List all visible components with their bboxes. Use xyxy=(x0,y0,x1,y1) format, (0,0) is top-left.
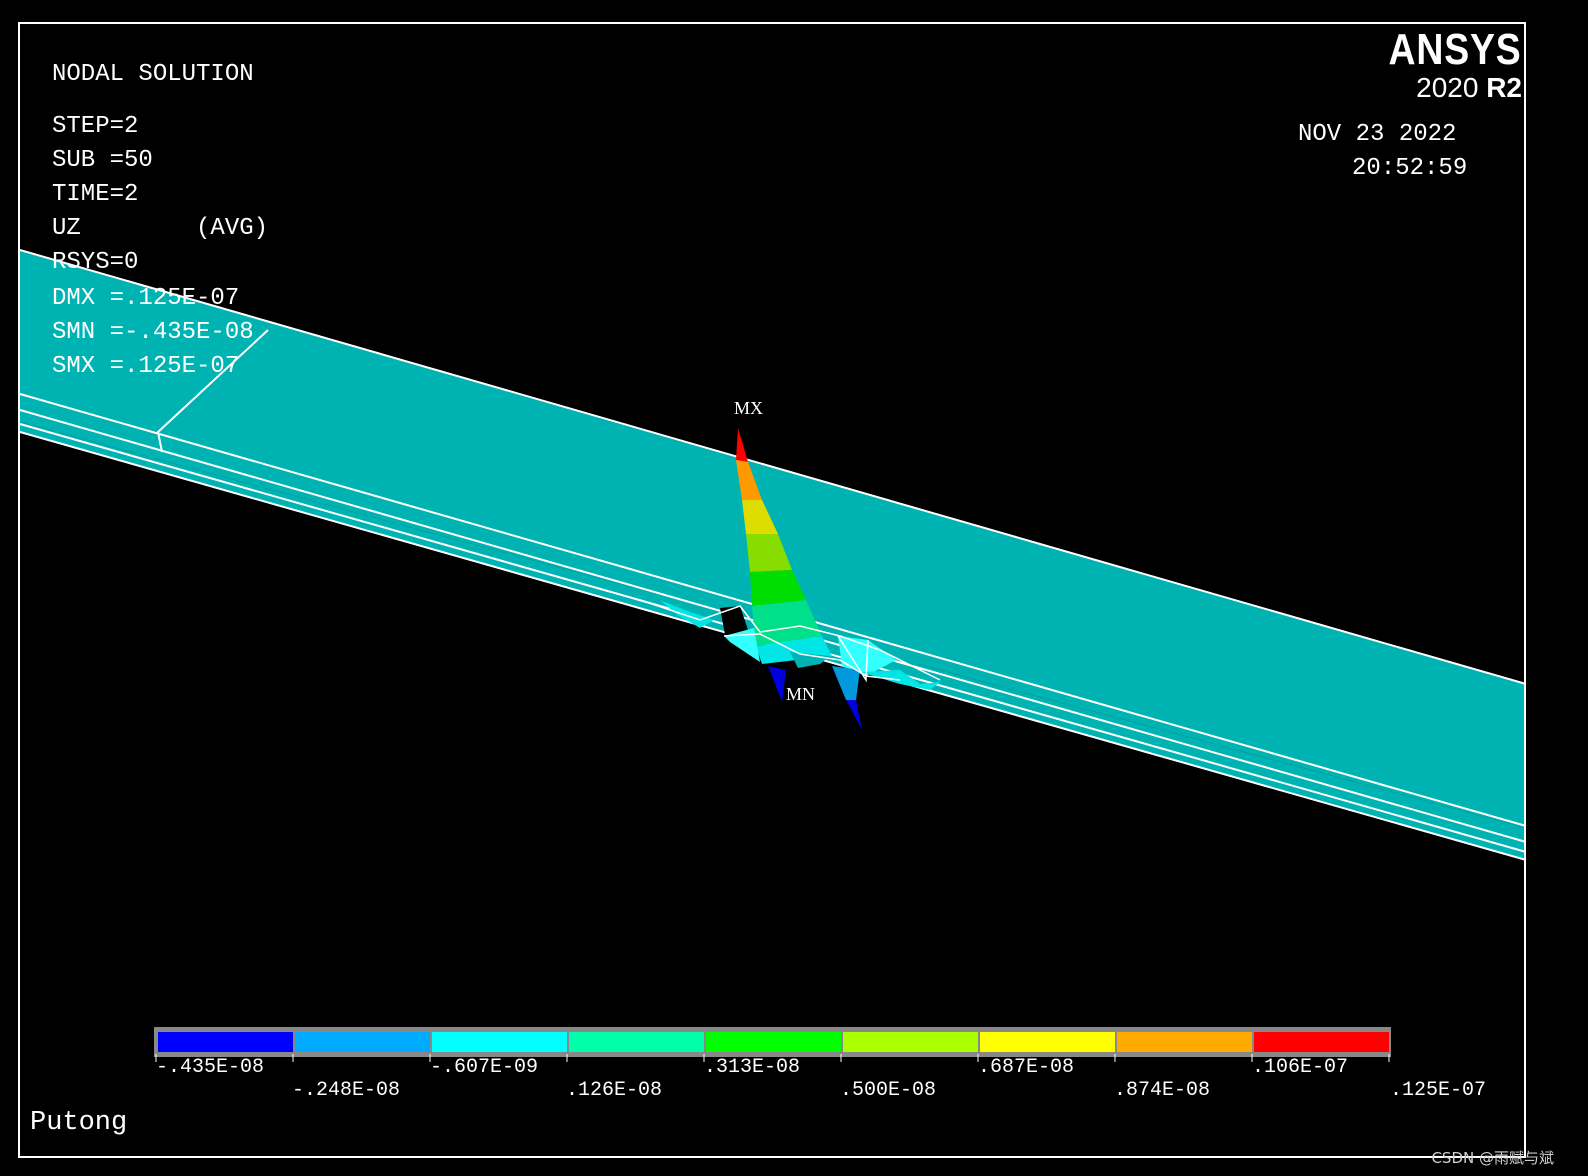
legend-swatch-7 xyxy=(1117,1032,1252,1052)
legend-label-9: .125E-07 xyxy=(1390,1079,1487,1102)
legend-swatch-3 xyxy=(569,1032,704,1052)
contour-legend xyxy=(154,1027,1391,1062)
legend-swatch-6 xyxy=(980,1032,1115,1052)
legend-swatch-0 xyxy=(158,1032,293,1052)
legend-swatch-5 xyxy=(843,1032,978,1052)
watermark: CSDN @雨赋与斌 xyxy=(1431,1149,1554,1167)
model-title: Putong xyxy=(30,1108,128,1138)
legend-label-2: -.607E-09 xyxy=(430,1056,539,1079)
legend-swatch-4 xyxy=(706,1032,841,1052)
legend-label-0: -.435E-08 xyxy=(156,1056,265,1079)
legend-swatch-8 xyxy=(1254,1032,1389,1052)
legend-label-1: -.248E-08 xyxy=(292,1079,401,1102)
legend-label-4: .313E-08 xyxy=(704,1056,801,1079)
legend-label-8: .106E-07 xyxy=(1252,1056,1349,1079)
graphics-viewport[interactable]: NODAL SOLUTION STEP=2 SUB =50 TIME=2 UZ … xyxy=(0,0,1588,1176)
legend-swatch-2 xyxy=(432,1032,567,1052)
legend-label-6: .687E-08 xyxy=(978,1056,1075,1079)
legend-label-7: .874E-08 xyxy=(1114,1079,1211,1102)
legend-label-3: .126E-08 xyxy=(566,1079,663,1102)
legend-label-5: .500E-08 xyxy=(840,1079,937,1102)
legend-swatch-1 xyxy=(295,1032,430,1052)
